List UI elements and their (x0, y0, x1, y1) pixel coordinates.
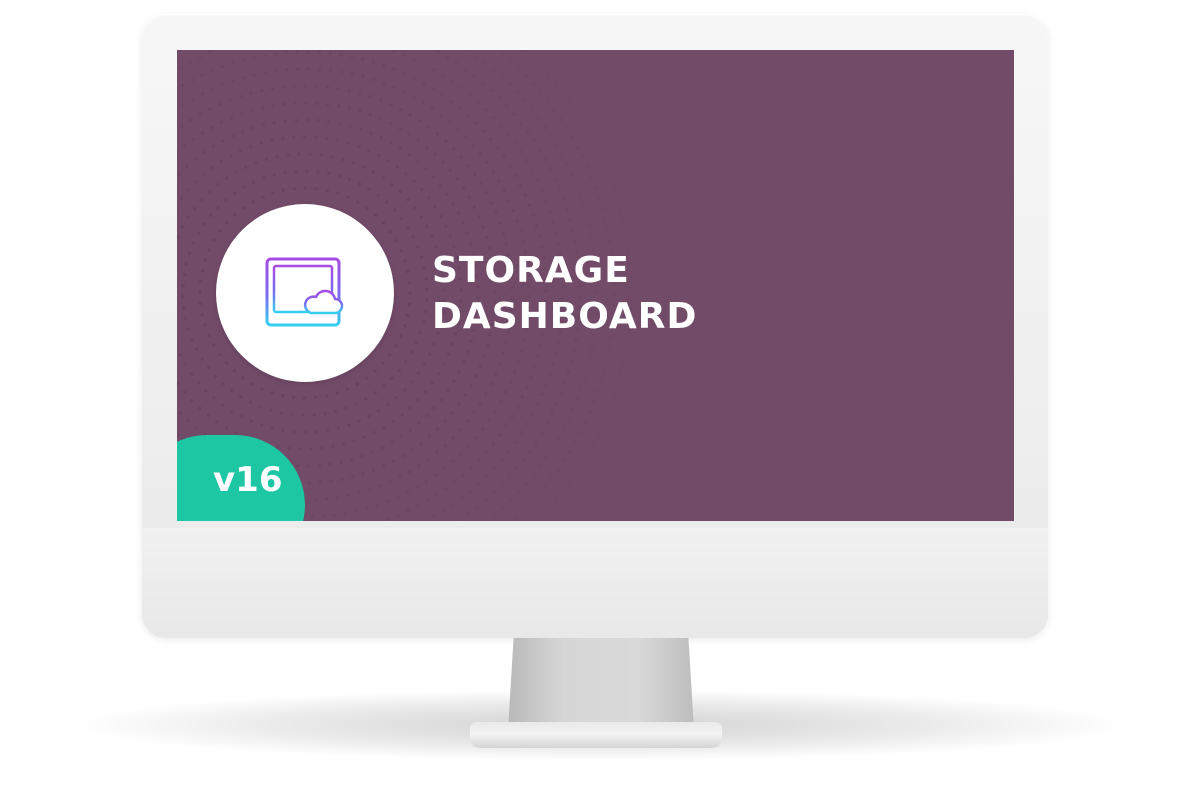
version-label: v16 (213, 460, 283, 500)
monitor-stand-neck (508, 638, 694, 730)
dashboard-cloud-icon (265, 257, 344, 327)
title-line-2: DASHBOARD (432, 296, 698, 337)
product-banner: STORAGE DASHBOARD v16 (0, 0, 1200, 800)
page-title: STORAGE DASHBOARD (432, 248, 697, 340)
monitor-stand-base (470, 722, 722, 748)
monitor-screen: STORAGE DASHBOARD v16 (177, 50, 1014, 521)
monitor-chin (142, 528, 1048, 638)
app-icon-circle (216, 204, 394, 382)
title-line-1: STORAGE (432, 250, 630, 291)
